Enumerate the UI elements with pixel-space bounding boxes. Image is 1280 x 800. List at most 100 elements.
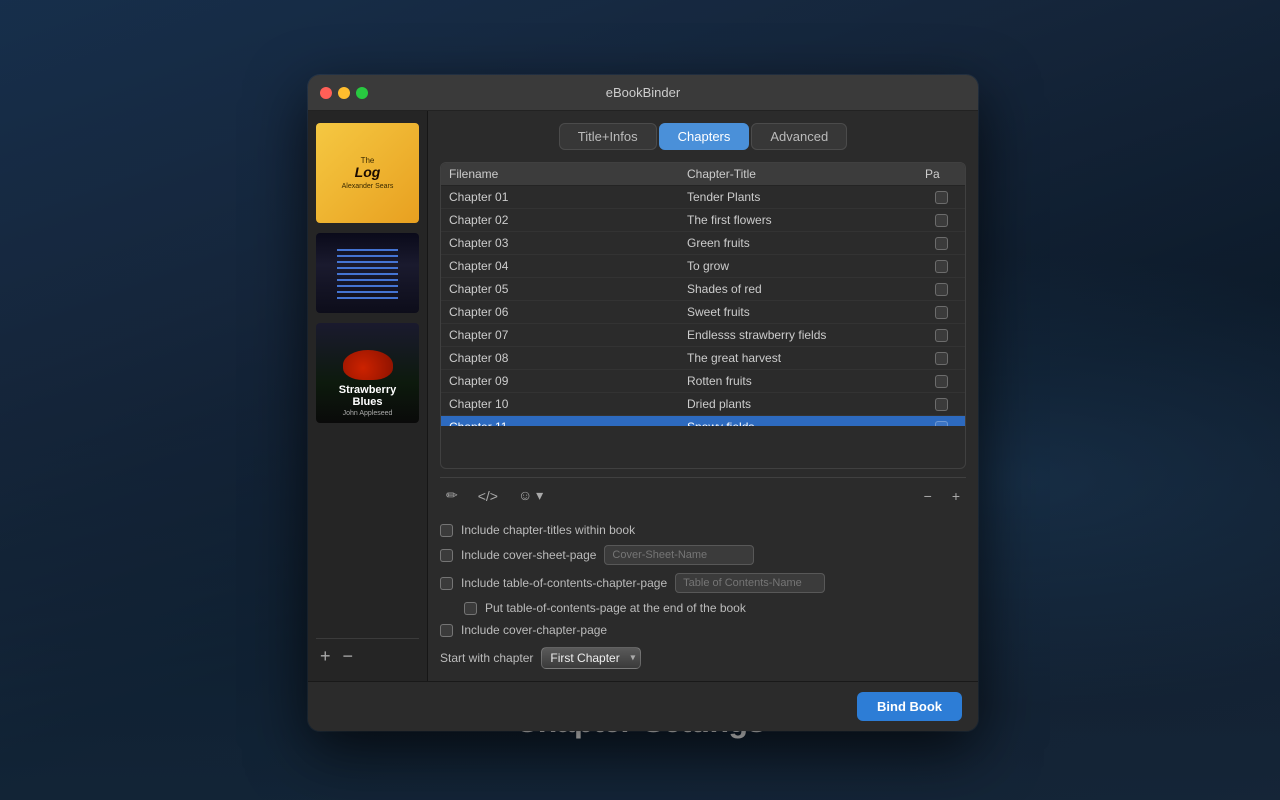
row-checkbox[interactable] (935, 260, 948, 273)
options-section: Include chapter-titles within book Inclu… (440, 523, 966, 669)
sidebar: The Log Alexander Sears StrawberryBlues … (308, 111, 428, 681)
add-chapter-button[interactable]: + (946, 485, 966, 507)
add-book-button[interactable]: + (320, 647, 331, 665)
row-checkbox[interactable] (935, 329, 948, 342)
cell-chapter-title: Tender Plants (687, 190, 925, 204)
toolbar-right: − + (918, 485, 966, 507)
cell-filename: Chapter 04 (449, 259, 687, 273)
window-title: eBookBinder (606, 85, 680, 100)
book3-title: StrawberryBlues (339, 384, 396, 408)
code-button[interactable]: </> (472, 485, 504, 507)
cell-checkbox (925, 398, 957, 411)
toc-input[interactable] (675, 573, 825, 593)
main-panel: Title+Infos Chapters Advanced Filename C… (428, 111, 978, 681)
row-checkbox[interactable] (935, 352, 948, 365)
row-checkbox[interactable] (935, 398, 948, 411)
cell-checkbox (925, 352, 957, 365)
cell-filename: Chapter 06 (449, 305, 687, 319)
check-include-cover-chapter[interactable] (440, 624, 453, 637)
emoji-button[interactable]: ☺ ▾ (512, 484, 549, 507)
strawberry-image (343, 350, 393, 380)
table-row[interactable]: Chapter 11Snowy fields (441, 416, 965, 426)
cell-chapter-title: Snowy fields (687, 420, 925, 426)
check-include-cover-sheet[interactable] (440, 549, 453, 562)
book1-author: Alexander Sears (342, 183, 394, 190)
table-row[interactable]: Chapter 01Tender Plants (441, 186, 965, 209)
cell-filename: Chapter 09 (449, 374, 687, 388)
start-with-row: Start with chapter First Chapter Chapter… (440, 647, 966, 669)
table-row[interactable]: Chapter 08The great harvest (441, 347, 965, 370)
book-thumbnail-2[interactable] (316, 233, 419, 313)
chapter-toolbar: ✏ </> ☺ ▾ − + (440, 477, 966, 513)
cell-chapter-title: The great harvest (687, 351, 925, 365)
cell-filename: Chapter 02 (449, 213, 687, 227)
tab-advanced[interactable]: Advanced (751, 123, 847, 150)
row-checkbox[interactable] (935, 237, 948, 250)
chapter-table: Filename Chapter-Title Pa Chapter 01Tend… (440, 162, 966, 469)
table-row[interactable]: Chapter 09Rotten fruits (441, 370, 965, 393)
row-checkbox[interactable] (935, 283, 948, 296)
option-include-chapter-titles: Include chapter-titles within book (440, 523, 966, 537)
cell-checkbox (925, 306, 957, 319)
book3-author: John Appleseed (343, 410, 393, 417)
tab-chapters[interactable]: Chapters (659, 123, 750, 150)
close-button[interactable] (320, 87, 332, 99)
table-row[interactable]: Chapter 10Dried plants (441, 393, 965, 416)
remove-chapter-button[interactable]: − (918, 485, 938, 507)
table-row[interactable]: Chapter 07Endlesss strawberry fields (441, 324, 965, 347)
label-include-chapter-titles: Include chapter-titles within book (461, 523, 635, 537)
table-row[interactable]: Chapter 04To grow (441, 255, 965, 278)
start-chapter-select[interactable]: First Chapter Chapter 01 Chapter 02 (541, 647, 641, 669)
option-include-cover-chapter: Include cover-chapter-page (440, 623, 966, 637)
table-body: Chapter 01Tender PlantsChapter 02The fir… (441, 186, 965, 426)
cell-filename: Chapter 11 (449, 420, 687, 426)
check-toc-end[interactable] (464, 602, 477, 615)
cell-chapter-title: Dried plants (687, 397, 925, 411)
table-row[interactable]: Chapter 03Green fruits (441, 232, 965, 255)
row-checkbox[interactable] (935, 191, 948, 204)
tab-title-infos[interactable]: Title+Infos (559, 123, 657, 150)
col-chapter-title: Chapter-Title (687, 167, 925, 181)
start-select-wrapper: First Chapter Chapter 01 Chapter 02 (541, 647, 641, 669)
row-checkbox[interactable] (935, 375, 948, 388)
cell-filename: Chapter 01 (449, 190, 687, 204)
start-with-label: Start with chapter (440, 651, 533, 665)
cell-filename: Chapter 07 (449, 328, 687, 342)
cover-sheet-input[interactable] (604, 545, 754, 565)
label-include-toc: Include table-of-contents-chapter-page (461, 576, 667, 590)
bind-book-button[interactable]: Bind Book (857, 692, 962, 721)
cell-checkbox (925, 214, 957, 227)
check-include-chapter-titles[interactable] (440, 524, 453, 537)
cell-chapter-title: The first flowers (687, 213, 925, 227)
option-toc-end: Put table-of-contents-page at the end of… (440, 601, 966, 615)
cell-checkbox (925, 421, 957, 427)
window-content: The Log Alexander Sears StrawberryBlues … (308, 111, 978, 681)
cell-chapter-title: Green fruits (687, 236, 925, 250)
book-thumbnail-1[interactable]: The Log Alexander Sears (316, 123, 419, 223)
table-row[interactable]: Chapter 06Sweet fruits (441, 301, 965, 324)
row-checkbox[interactable] (935, 214, 948, 227)
cell-checkbox (925, 375, 957, 388)
table-row[interactable]: Chapter 02The first flowers (441, 209, 965, 232)
book1-title: Log (355, 165, 381, 179)
row-checkbox[interactable] (935, 421, 948, 427)
option-include-toc: Include table-of-contents-chapter-page (440, 573, 966, 593)
maximize-button[interactable] (356, 87, 368, 99)
edit-button[interactable]: ✏ (440, 484, 464, 507)
cell-filename: Chapter 05 (449, 282, 687, 296)
remove-book-button[interactable]: − (343, 647, 354, 665)
cell-filename: Chapter 03 (449, 236, 687, 250)
window-footer: Bind Book (308, 681, 978, 731)
table-header: Filename Chapter-Title Pa (441, 163, 965, 186)
cell-checkbox (925, 237, 957, 250)
table-row[interactable]: Chapter 05Shades of red (441, 278, 965, 301)
cell-checkbox (925, 329, 957, 342)
cell-chapter-title: To grow (687, 259, 925, 273)
col-filename: Filename (449, 167, 687, 181)
minimize-button[interactable] (338, 87, 350, 99)
check-include-toc[interactable] (440, 577, 453, 590)
row-checkbox[interactable] (935, 306, 948, 319)
label-include-cover-chapter: Include cover-chapter-page (461, 623, 607, 637)
book-thumbnail-3[interactable]: StrawberryBlues John Appleseed (316, 323, 419, 423)
sidebar-footer: + − (316, 638, 419, 669)
